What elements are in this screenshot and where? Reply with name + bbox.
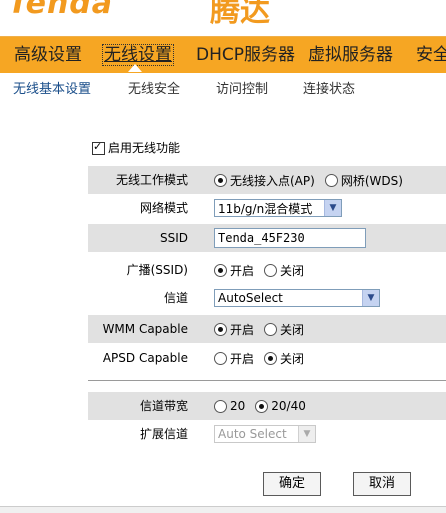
- radio-wmm-off[interactable]: [264, 322, 278, 336]
- radio-ap[interactable]: [214, 173, 227, 187]
- channel-bandwidth-label: 信道带宽: [139, 399, 188, 413]
- enable-wireless-label: 启用无线功能: [108, 141, 181, 155]
- chevron-down-icon[interactable]: ▼: [298, 426, 315, 442]
- radio-apsd-on[interactable]: [214, 351, 227, 365]
- row-channel-bandwidth: 信道带宽 20 20/40: [88, 392, 446, 420]
- ssid-label: SSID: [159, 231, 188, 245]
- wmm-on-option[interactable]: 开启: [214, 321, 254, 338]
- cancel-button[interactable]: 取消: [353, 472, 411, 496]
- work-mode-wds-option[interactable]: 网桥(WDS): [324, 172, 403, 189]
- radio-wmm-on[interactable]: [214, 322, 227, 336]
- wmm-off-option[interactable]: 关闭: [264, 321, 304, 338]
- ok-button[interactable]: 确定: [263, 472, 321, 496]
- extension-channel-select[interactable]: Auto Select ▼: [214, 425, 316, 443]
- section-divider-highlight: [88, 381, 446, 382]
- radio-bandwidth-20[interactable]: [214, 399, 227, 413]
- main-navigation: 高级设置 无线设置 DHCP服务器 虚拟服务器 安全: [0, 36, 446, 74]
- bandwidth-20-option[interactable]: 20: [214, 399, 245, 413]
- row-wmm-capable: WMM Capable 开启 关闭: [88, 315, 446, 343]
- subtab-wireless-security[interactable]: 无线安全: [128, 73, 180, 104]
- radio-broadcast-on[interactable]: [214, 263, 227, 277]
- radio-apsd-off[interactable]: [264, 351, 278, 365]
- chevron-down-icon[interactable]: ▼: [362, 290, 379, 306]
- subtab-wireless-basic[interactable]: 无线基本设置: [13, 73, 91, 104]
- wireless-basic-settings-form: 启用无线功能 无线工作模式 无线接入点(AP) 网桥(WDS) 网络模式 11b…: [0, 104, 446, 512]
- work-mode-ap-option[interactable]: 无线接入点(AP): [214, 172, 315, 189]
- work-mode-label: 无线工作模式: [115, 173, 188, 187]
- apsd-capable-label: APSD Capable: [102, 351, 188, 365]
- tab-virtual-server[interactable]: 虚拟服务器: [308, 37, 393, 73]
- sub-navigation: 无线基本设置 无线安全 访问控制 连接状态: [0, 73, 446, 105]
- row-extension-channel: 扩展信道 Auto Select ▼: [88, 420, 446, 448]
- row-apsd-capable: APSD Capable 开启 关闭: [88, 344, 446, 372]
- row-network-mode: 网络模式 11b/g/n混合模式 ▼: [88, 194, 446, 222]
- row-work-mode: 无线工作模式 无线接入点(AP) 网桥(WDS): [88, 166, 446, 194]
- radio-wds[interactable]: [324, 173, 338, 187]
- extension-channel-label: 扩展信道: [139, 427, 188, 441]
- enable-wireless-checkbox[interactable]: [92, 140, 105, 155]
- broadcast-off-option[interactable]: 关闭: [264, 262, 304, 279]
- row-broadcast-ssid: 广播(SSID) 开启 关闭: [88, 256, 446, 284]
- tab-advanced-settings[interactable]: 高级设置: [14, 37, 82, 73]
- wmm-capable-label: WMM Capable: [102, 322, 188, 336]
- tenda-logo: Tenda: [8, 0, 114, 21]
- network-mode-select[interactable]: 11b/g/n混合模式 ▼: [214, 199, 342, 217]
- tab-dhcp-server[interactable]: DHCP服务器: [196, 37, 295, 73]
- chevron-down-icon[interactable]: ▼: [324, 200, 341, 216]
- active-tab-caret: [128, 64, 142, 72]
- tenda-logo-cn: 腾达: [210, 0, 270, 29]
- channel-select[interactable]: AutoSelect ▼: [214, 289, 380, 307]
- radio-broadcast-off[interactable]: [264, 263, 278, 277]
- ssid-input[interactable]: Tenda_45F230: [214, 228, 366, 248]
- broadcast-ssid-label: 广播(SSID): [126, 263, 188, 277]
- subtab-access-control[interactable]: 访问控制: [216, 73, 268, 104]
- apsd-on-option[interactable]: 开启: [214, 350, 254, 367]
- channel-label: 信道: [163, 291, 188, 305]
- tab-security[interactable]: 安全: [416, 37, 446, 73]
- subtab-connection-status[interactable]: 连接状态: [303, 73, 355, 104]
- row-ssid: SSID Tenda_45F230: [88, 224, 446, 252]
- broadcast-on-option[interactable]: 开启: [214, 262, 254, 279]
- bandwidth-2040-option[interactable]: 20/40: [255, 399, 306, 413]
- row-channel: 信道 AutoSelect ▼: [88, 284, 446, 312]
- network-mode-label: 网络模式: [139, 201, 188, 215]
- header-logo-area: Tenda 腾达: [0, 0, 446, 36]
- radio-bandwidth-2040[interactable]: [255, 399, 269, 413]
- apsd-off-option[interactable]: 关闭: [264, 350, 304, 367]
